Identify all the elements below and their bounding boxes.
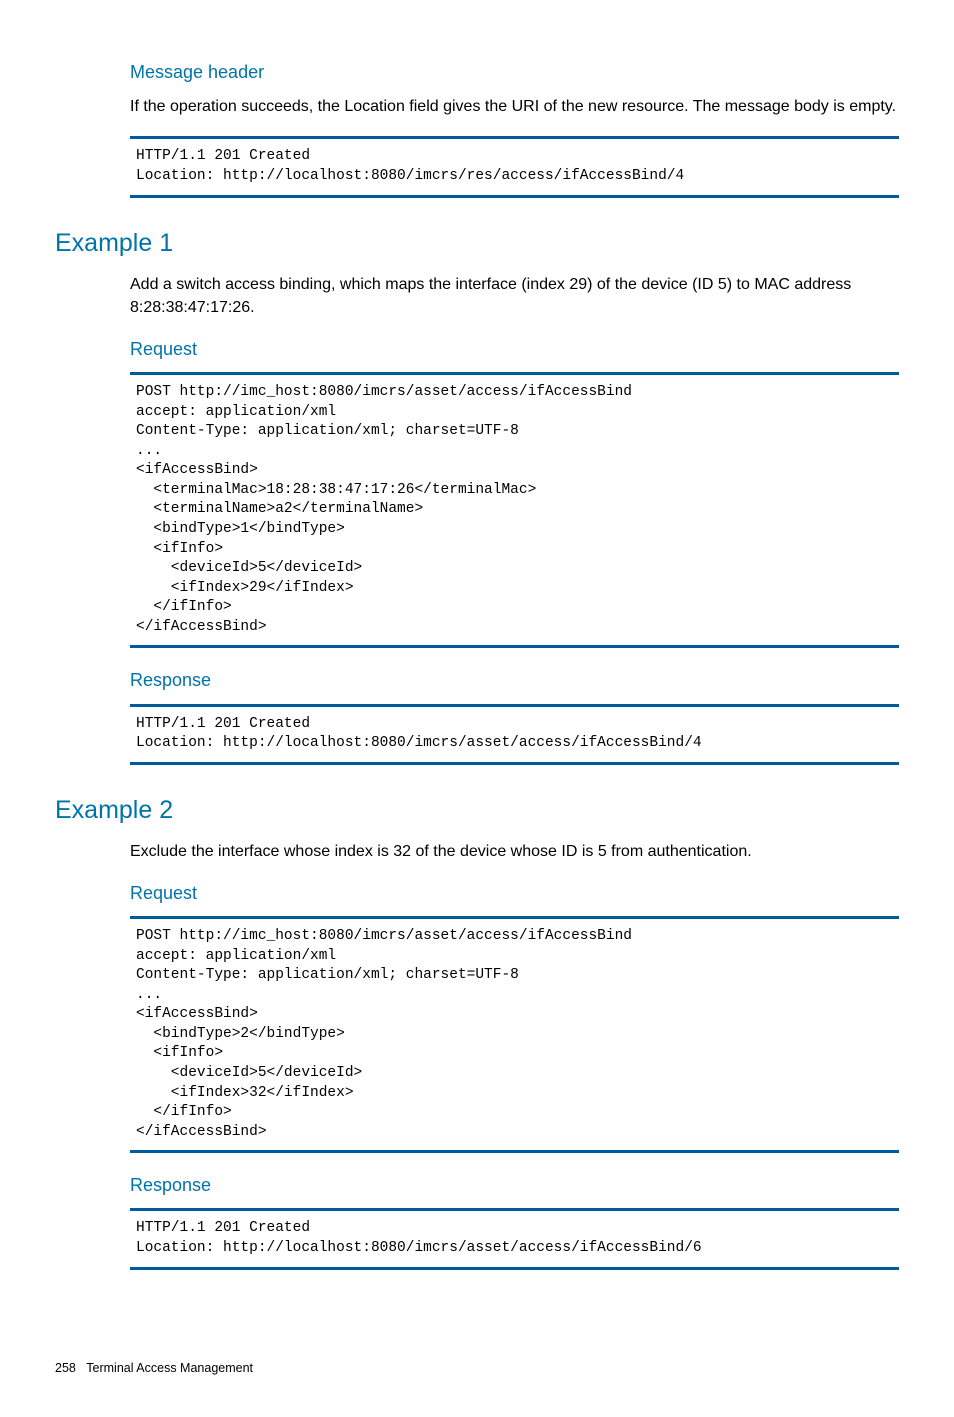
text-example-2: Exclude the interface whose index is 32 … xyxy=(130,840,899,863)
code-example-2-request: POST http://imc_host:8080/imcrs/asset/ac… xyxy=(130,916,899,1153)
code-example-1-response: HTTP/1.1 201 Created Location: http://lo… xyxy=(130,704,899,765)
page-footer: 258 Terminal Access Management xyxy=(55,1360,899,1378)
heading-example-1: Example 1 xyxy=(55,226,899,261)
text-example-1: Add a switch access binding, which maps … xyxy=(130,273,899,319)
code-message-header: HTTP/1.1 201 Created Location: http://lo… xyxy=(130,136,899,197)
page-number: 258 xyxy=(55,1361,76,1375)
heading-example-1-response: Response xyxy=(130,668,899,693)
heading-example-2-request: Request xyxy=(130,881,899,906)
chapter-title: Terminal Access Management xyxy=(86,1361,253,1375)
heading-message-header: Message header xyxy=(130,60,899,85)
code-example-1-request: POST http://imc_host:8080/imcrs/asset/ac… xyxy=(130,372,899,648)
text-message-header: If the operation succeeds, the Location … xyxy=(130,95,899,118)
heading-example-2: Example 2 xyxy=(55,793,899,828)
heading-example-2-response: Response xyxy=(130,1173,899,1198)
heading-example-1-request: Request xyxy=(130,337,899,362)
code-example-2-response: HTTP/1.1 201 Created Location: http://lo… xyxy=(130,1208,899,1269)
